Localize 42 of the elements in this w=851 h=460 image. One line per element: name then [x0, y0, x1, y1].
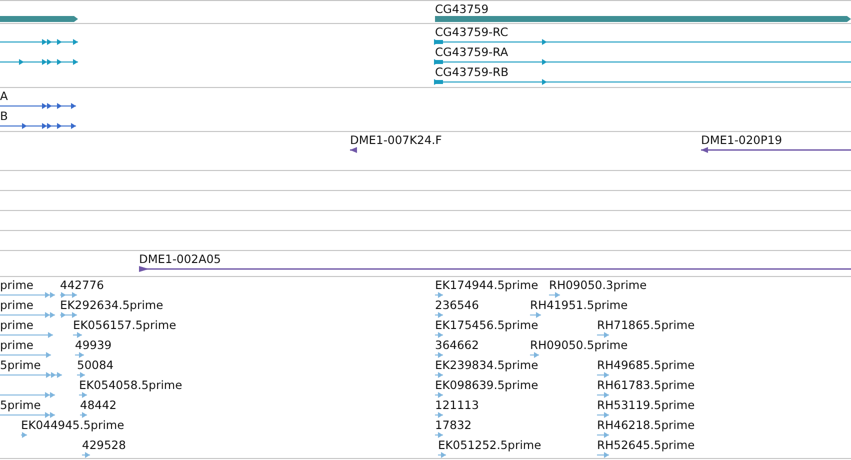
- feature-label: 49939: [75, 339, 112, 351]
- feature-label: EK044945.5prime: [21, 419, 124, 431]
- feature-label: CG43759-RC: [435, 26, 508, 38]
- feature-label: CG43759-RA: [435, 46, 508, 58]
- feature-label: 5prime: [0, 399, 41, 411]
- feature-label: RH53119.5prime: [597, 399, 695, 411]
- feature-label: DME1-020P19: [701, 134, 782, 146]
- feature-label: B: [0, 110, 8, 122]
- feature-label: prime: [0, 299, 34, 311]
- feature-label: RH41951.5prime: [530, 299, 628, 311]
- feature-label: DME1-002A05: [139, 253, 221, 265]
- feature-label: EK174944.5prime: [435, 279, 538, 291]
- feature-label: 48442: [80, 399, 117, 411]
- feature-label: RH61783.5prime: [597, 379, 695, 391]
- feature-label: EK054058.5prime: [79, 379, 182, 391]
- feature-label: 429528: [82, 439, 126, 451]
- feature-label: EK175456.5prime: [435, 319, 538, 331]
- feature-label: DME1-007K24.F: [350, 134, 442, 146]
- feature-label: RH52645.5prime: [597, 439, 695, 451]
- feature-label: RH46218.5prime: [597, 419, 695, 431]
- feature-label: RH71865.5prime: [597, 319, 695, 331]
- feature-label: A: [0, 90, 8, 102]
- feature-label: prime: [0, 339, 34, 351]
- feature-label: 442776: [60, 279, 104, 291]
- feature-label: 17832: [435, 419, 472, 431]
- feature-label: EK292634.5prime: [60, 299, 164, 311]
- feature-label: CG43759: [435, 3, 489, 15]
- feature-label: CG43759-RB: [435, 66, 509, 78]
- feature-label: EK239834.5prime: [435, 359, 538, 371]
- feature-label: 5prime: [0, 359, 41, 371]
- feature-label: RH09050.5prime: [530, 339, 628, 351]
- feature-label: 236546: [435, 299, 479, 311]
- feature-label: 50084: [77, 359, 114, 371]
- feature-label: 121113: [435, 399, 479, 411]
- feature-label: 364662: [435, 339, 479, 351]
- feature-label: prime: [0, 279, 34, 291]
- feature-label: prime: [0, 319, 34, 331]
- feature-label: EK056157.5prime: [73, 319, 176, 331]
- feature-label: EK051252.5prime: [438, 439, 542, 451]
- feature-label: RH49685.5prime: [597, 359, 695, 371]
- feature-label: RH09050.3prime: [549, 279, 647, 291]
- feature-label: EK098639.5prime: [435, 379, 538, 391]
